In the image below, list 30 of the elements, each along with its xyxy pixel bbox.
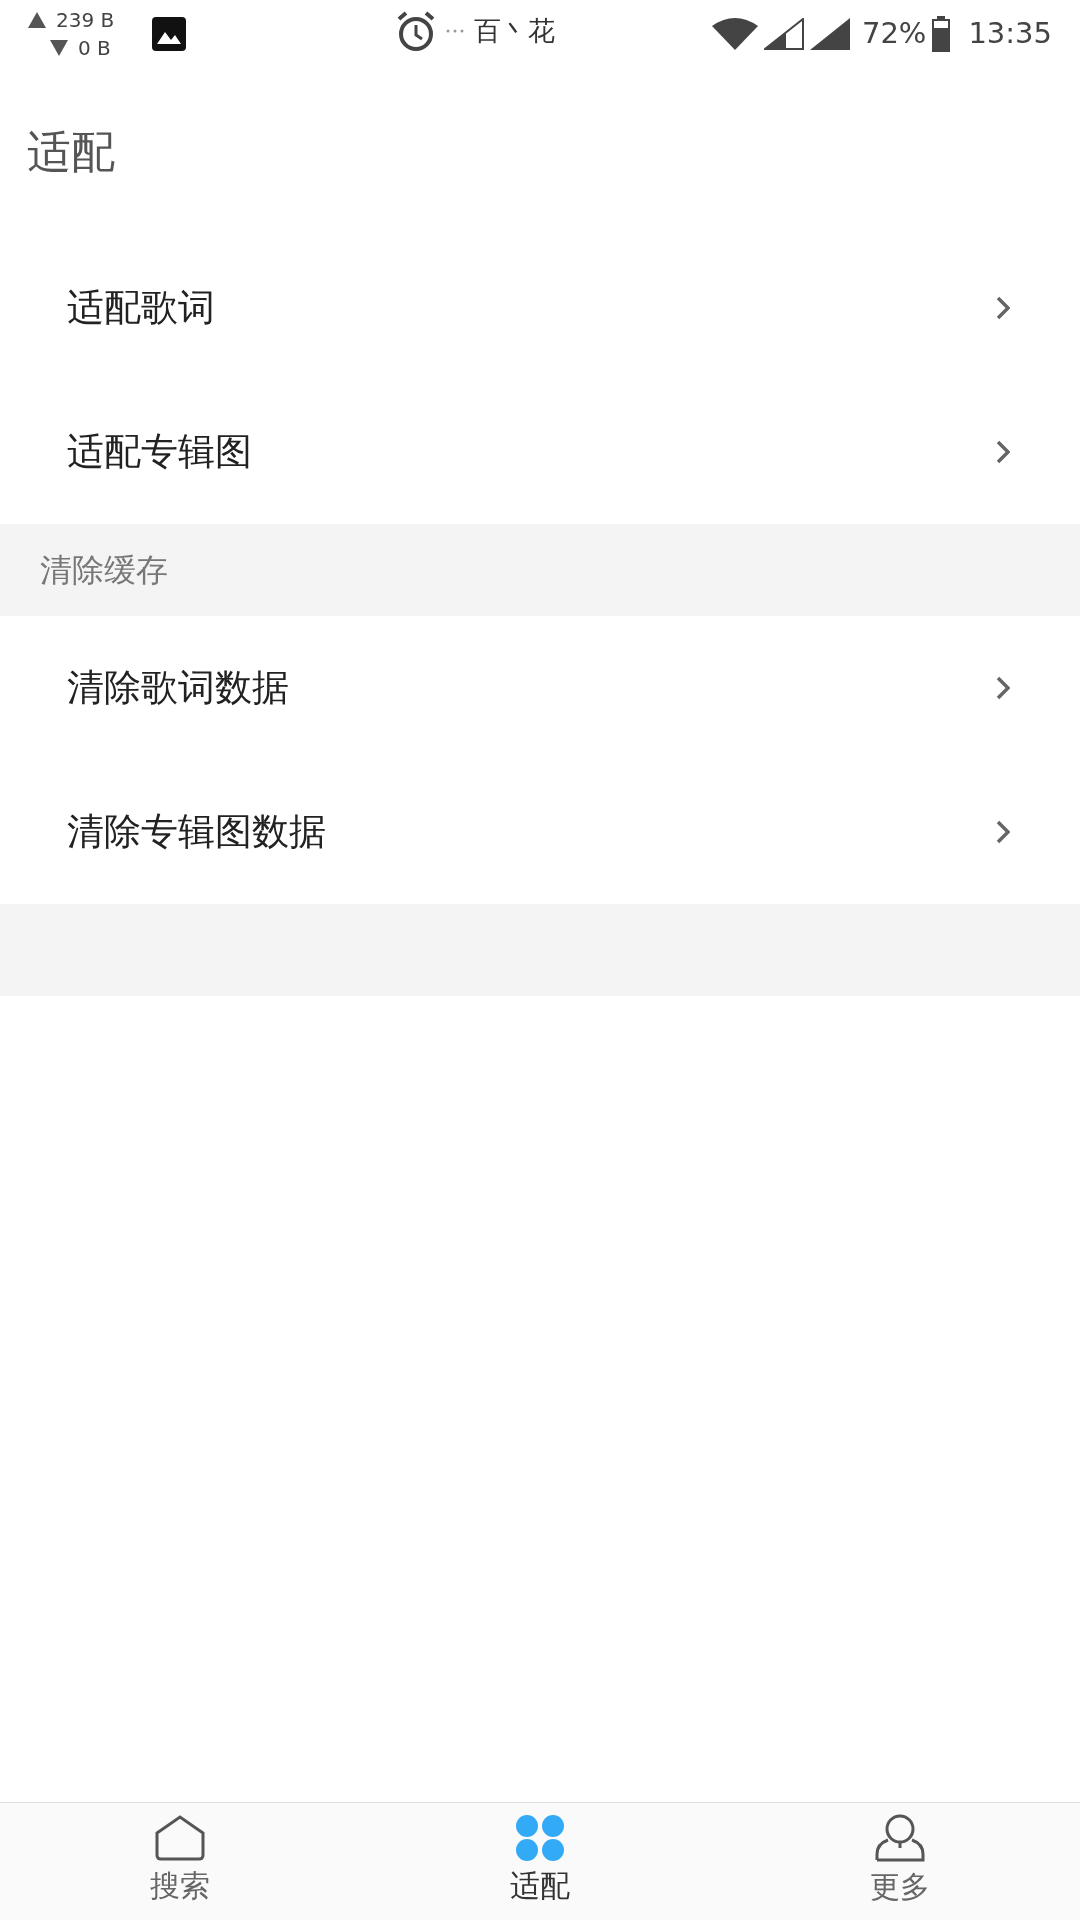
nav-tab[interactable]: 更多 [720,1803,1080,1920]
upload-arrow-icon [28,12,46,28]
chevron-right-icon [996,676,1010,700]
chevron-right-icon [996,296,1010,320]
battery-percent: 72% [861,15,927,53]
signal-icon [809,18,850,50]
download-arrow-icon [50,40,68,56]
settings-row[interactable]: 适配专辑图 [0,380,1080,524]
settings-row[interactable]: 清除专辑图数据 [0,760,1080,904]
settings-row[interactable]: 清除歌词数据 [0,616,1080,760]
signal-icon [763,18,804,50]
page-title: 适配 [27,125,115,179]
four-dots-icon [514,1815,566,1861]
image-icon [152,17,186,51]
person-icon [874,1814,926,1862]
nav-tab[interactable]: 搜索 [0,1803,360,1920]
clock-time: 13:35 [968,15,1052,53]
download-speed: 0 B [78,35,111,62]
home-icon [154,1815,206,1861]
settings-row[interactable]: 适配歌词 [0,236,1080,380]
section-heading: 清除缓存 [40,550,168,591]
alarm-clock-icon [396,10,436,52]
wifi-icon [711,18,758,50]
chevron-right-icon [996,440,1010,464]
dots-icon [446,29,464,33]
battery-icon [932,16,951,52]
chevron-right-icon [996,820,1010,844]
carrier-name: 百丶花 [474,13,555,48]
upload-speed: 239 B [56,7,115,34]
nav-tab[interactable]: 适配 [360,1803,720,1920]
